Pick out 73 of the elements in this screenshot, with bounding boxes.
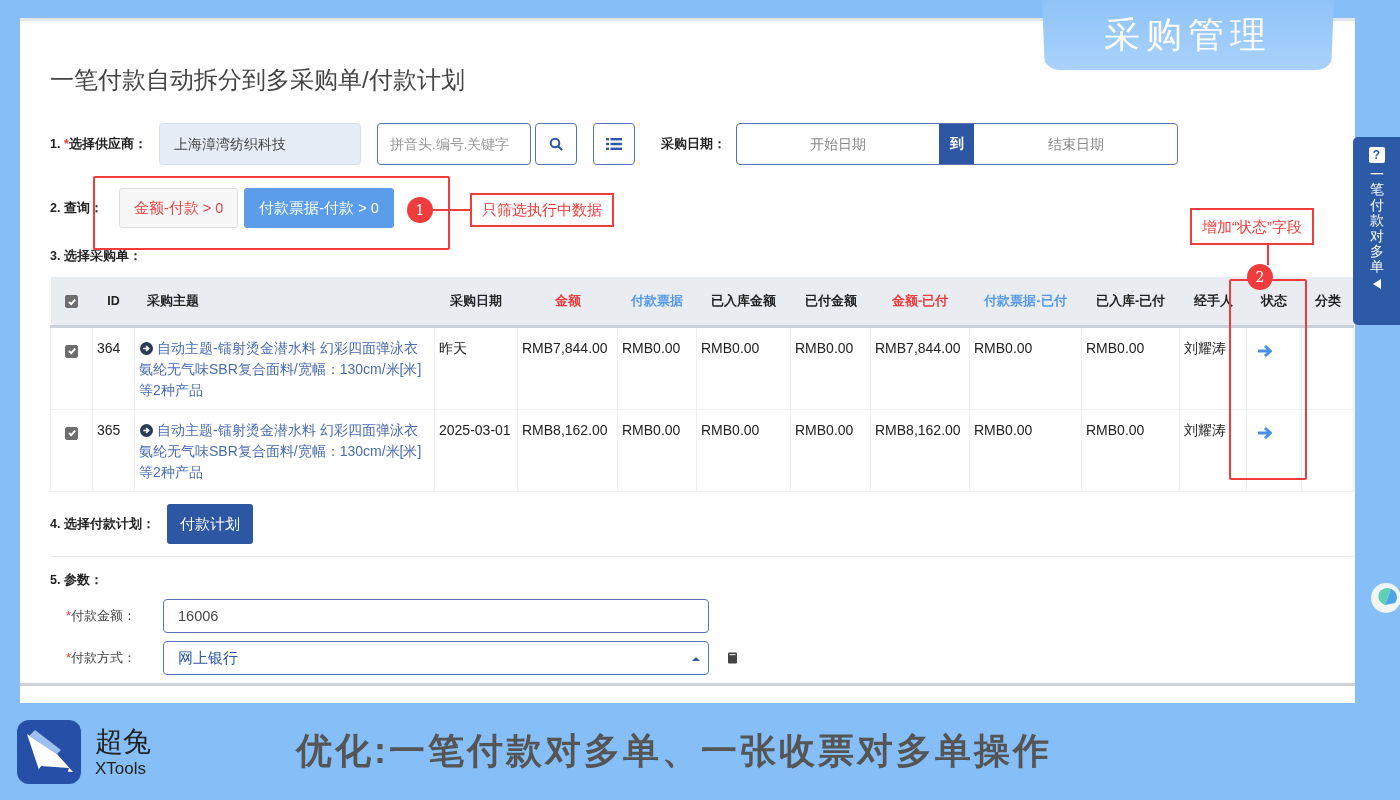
search-button[interactable]: [534, 123, 577, 165]
brand-subtitle: XTools: [95, 758, 148, 779]
filter-button[interactable]: 金额-付款 > 0: [118, 188, 239, 228]
circle-arrow-icon[interactable]: [140, 424, 153, 437]
right-arrow-icon[interactable]: [1257, 344, 1273, 358]
column-header: 金额: [517, 277, 618, 327]
start-date-placeholder[interactable]: 开始日期: [736, 124, 940, 164]
table-cell: RMB0.00: [617, 409, 697, 492]
table-cell: RMB0.00: [969, 326, 1082, 410]
table-cell: RMB8,162.00: [517, 409, 618, 492]
select-all-checkbox[interactable]: [65, 295, 78, 309]
payment-plan-button[interactable]: 付款计划: [166, 504, 253, 544]
logo-icon: [17, 719, 81, 784]
table-cell: RMB0.00: [696, 409, 791, 492]
column-header: ID: [92, 277, 135, 327]
list-icon: [605, 138, 622, 150]
payment-method-select[interactable]: 网上银行: [163, 641, 709, 675]
subject-link[interactable]: 自动主题-镭射烫金潜水料 幻彩四面弹泳衣氨纶无气味SBR复合面料/宽幅：130cm/米[米]等2种产品: [139, 338, 430, 401]
side-tab[interactable]: ? 一笔付款对多单: [1353, 137, 1400, 325]
table-cell: RMB0.00: [790, 326, 871, 410]
field-label: *付款金额：: [65, 607, 138, 625]
circle-arrow-icon[interactable]: [140, 342, 153, 355]
table-cell: RMB7,844.00: [870, 326, 970, 410]
table-cell: 365: [92, 409, 135, 492]
collapse-arrow-icon[interactable]: [1372, 278, 1381, 289]
help-badge[interactable]: ?: [1368, 147, 1385, 163]
search-icon: [548, 137, 563, 151]
table-cell: RMB7,844.00: [517, 326, 618, 410]
subject-link[interactable]: 自动主题-镭射烫金潜水料 幻彩四面弹泳衣氨纶无气味SBR复合面料/宽幅：130cm/米[米]等2种产品: [139, 420, 430, 483]
table-cell: RMB0.00: [790, 409, 871, 492]
right-arrow-icon[interactable]: [1257, 426, 1273, 440]
params-label: 5. 参数：: [50, 572, 104, 589]
column-header: 已入库金额: [696, 277, 791, 327]
date-range-field[interactable]: 开始日期 到 结束日期: [735, 123, 1178, 165]
column-header: 已入库-已付: [1081, 277, 1180, 327]
caption: 优化:一笔付款对多单、一张收票对多单操作: [296, 729, 1052, 773]
row-checkbox[interactable]: [65, 426, 78, 440]
table-cell: RMB0.00: [617, 326, 697, 410]
table-cell: 2025-03-01: [434, 409, 518, 492]
field-label: *付款方式：: [65, 649, 138, 667]
column-header: 付款票据: [617, 277, 697, 327]
query-label: 2. 查询：: [50, 199, 103, 217]
brand-name: 超兔: [95, 724, 151, 759]
supplier-label: 1. *选择供应商：: [50, 135, 147, 153]
annotation-label: 只筛选执行中数据: [470, 193, 614, 227]
end-date-placeholder[interactable]: 结束日期: [974, 124, 1177, 164]
column-header: 付款票据-已付: [969, 277, 1082, 327]
table-cell: RMB0.00: [1081, 409, 1180, 492]
column-header: 采购日期: [434, 277, 518, 327]
list-button[interactable]: [592, 123, 635, 165]
date-separator: 到: [939, 124, 975, 164]
column-header: 采购主题: [134, 277, 435, 327]
search-field[interactable]: 拼音头.编号.关键字: [376, 123, 531, 165]
table-cell: RMB0.00: [969, 409, 1082, 492]
column-header: 金额-已付: [870, 277, 970, 327]
table-cell: 364: [92, 326, 135, 410]
side-tab-label: 一笔付款对多单: [1369, 167, 1384, 275]
book-icon[interactable]: [727, 651, 738, 665]
column-header: 分类: [1301, 277, 1354, 327]
table-cell: RMB0.00: [1081, 326, 1180, 410]
table-cell: 刘耀涛: [1179, 409, 1247, 492]
table-cell: RMB8,162.00: [870, 409, 970, 492]
column-header: 已付金额: [790, 277, 871, 327]
supplier-field[interactable]: 上海漳湾纺织科技: [158, 123, 361, 165]
row-checkbox[interactable]: [65, 344, 78, 358]
amount-field[interactable]: 16006: [163, 599, 709, 633]
page-title: 一笔付款自动拆分到多采购单/付款计划: [50, 65, 466, 95]
table-cell: 昨天: [434, 326, 518, 410]
payment-plan-label: 4. 选择付款计划：: [50, 515, 155, 533]
table-cell: 刘耀涛: [1179, 326, 1247, 410]
date-label: 采购日期：: [660, 135, 726, 153]
table-cell: RMB0.00: [696, 326, 791, 410]
annotation-label: 增加“状态”字段: [1190, 208, 1314, 245]
